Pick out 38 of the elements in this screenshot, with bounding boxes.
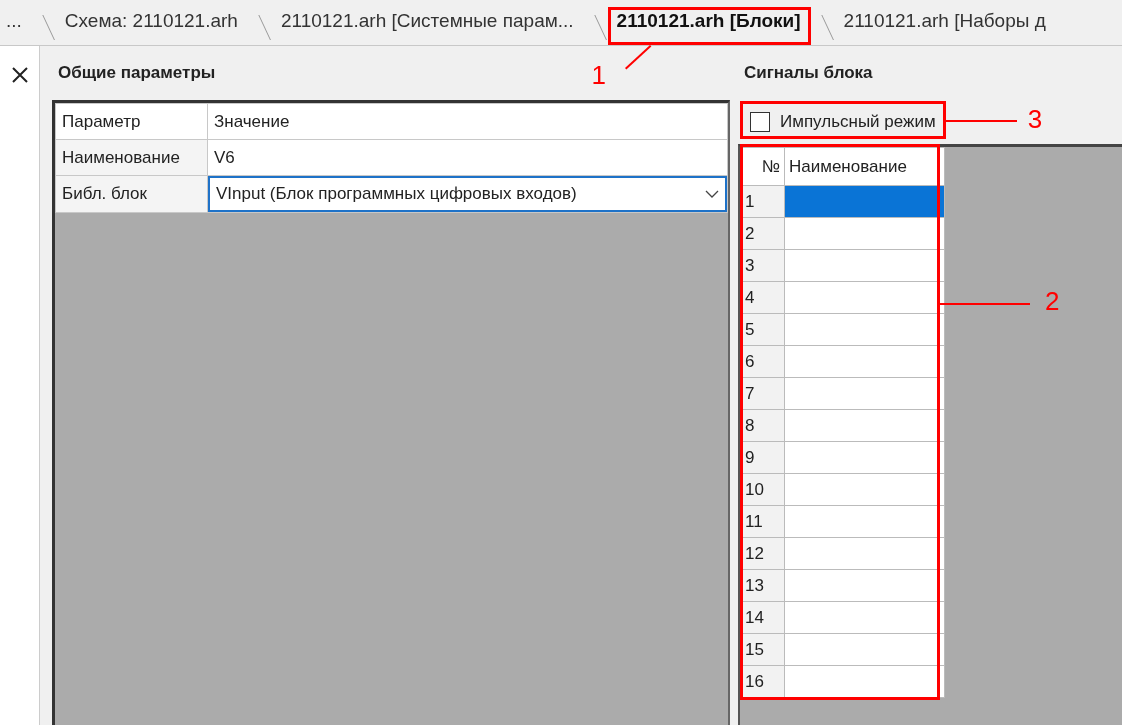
table-cell[interactable]: [784, 281, 945, 314]
column-header: Наименование: [784, 147, 945, 186]
callout-number: 3: [1027, 106, 1043, 132]
callout-number: 1: [591, 62, 607, 88]
table-cell: Библ. блок: [55, 175, 208, 213]
close-icon[interactable]: [10, 66, 29, 84]
document-tab[interactable]: ...: [0, 0, 42, 45]
callout-number: 2: [1045, 288, 1060, 314]
table-cell[interactable]: [784, 377, 945, 410]
table-cell: Наименование: [55, 139, 208, 176]
table-cell[interactable]: [784, 537, 945, 570]
document-tab[interactable]: 2110121.arh [Наборы д: [820, 0, 1066, 45]
chevron-down-icon: [705, 190, 719, 198]
table-cell[interactable]: [784, 505, 945, 538]
checkbox[interactable]: [750, 112, 770, 132]
checkbox-label: Импульсный режим: [780, 112, 936, 132]
table-cell[interactable]: [784, 569, 945, 602]
column-header: Параметр: [55, 103, 208, 140]
panel-title: Общие параметры: [57, 62, 216, 85]
table-cell[interactable]: [784, 473, 945, 506]
table-cell[interactable]: [784, 601, 945, 634]
table-cell[interactable]: [784, 249, 945, 282]
table-cell[interactable]: [784, 441, 945, 474]
document-tab[interactable]: Схема: 2110121.arh: [41, 0, 258, 45]
column-header: Значение: [207, 103, 728, 140]
table-cell[interactable]: [784, 185, 945, 218]
document-tab[interactable]: 2110121.arh [Блоки]: [593, 0, 821, 45]
dropdown-field[interactable]: VInput (Блок программных цифровых входов): [208, 176, 727, 212]
panel-title: Сигналы блока: [743, 62, 873, 85]
document-tab[interactable]: 2110121.arh [Системные парам...: [257, 0, 594, 45]
table-cell[interactable]: [784, 217, 945, 250]
column-header: №: [740, 147, 785, 186]
table-cell[interactable]: [784, 345, 945, 378]
table-cell: V6: [207, 139, 728, 176]
table-cell[interactable]: [784, 313, 945, 346]
table-cell[interactable]: [784, 633, 945, 666]
leader-line: [945, 120, 1017, 122]
table-cell[interactable]: [784, 409, 945, 442]
